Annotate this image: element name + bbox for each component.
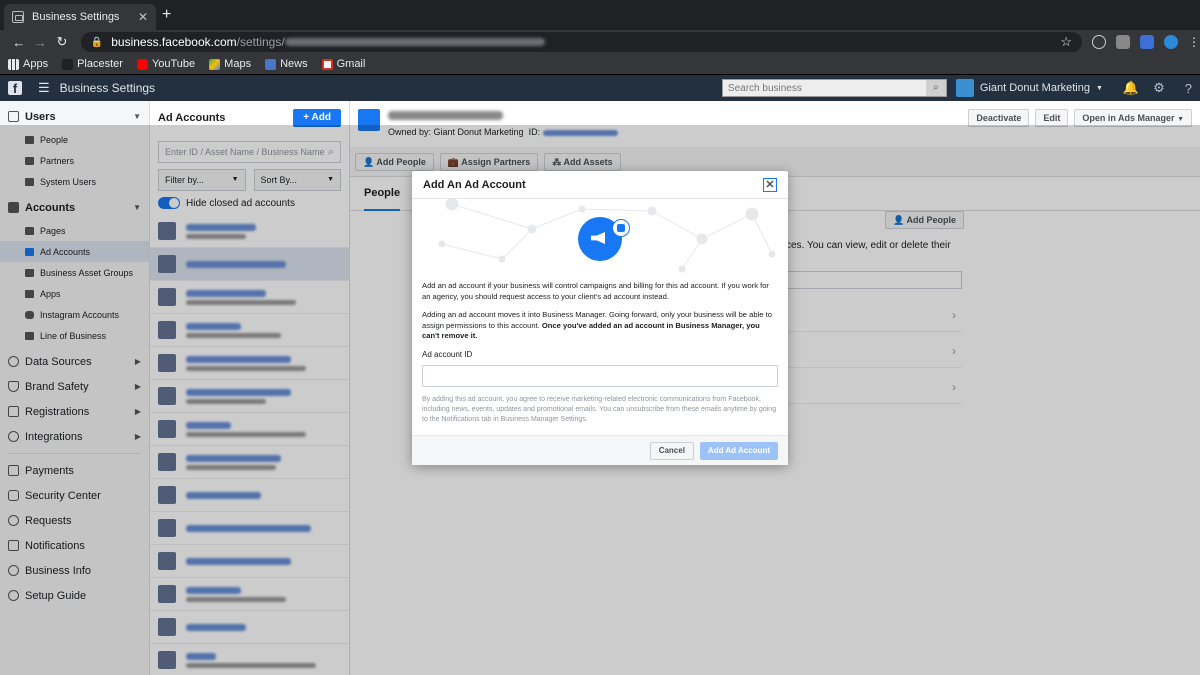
- business-name: Giant Donut Marketing: [979, 82, 1090, 94]
- dialog-title: Add An Ad Account: [423, 178, 526, 191]
- business-selector[interactable]: Giant Donut Marketing ▼: [955, 79, 1103, 97]
- forward-icon[interactable]: →: [30, 35, 52, 50]
- bookmark-maps[interactable]: Maps: [209, 58, 251, 70]
- cancel-button[interactable]: Cancel: [649, 441, 694, 460]
- tab-favicon-icon: [12, 11, 24, 23]
- extensions: ⋮: [1092, 35, 1200, 49]
- dialog-paragraph-2: Adding an ad account moves it into Busin…: [422, 310, 772, 340]
- bookmark-placester[interactable]: Placester: [62, 58, 123, 70]
- list-title: Ad Accounts: [158, 112, 226, 124]
- business-logo-icon: [955, 79, 974, 97]
- gmail-icon: [321, 58, 333, 70]
- legal-disclaimer: By adding this ad account, you agree to …: [422, 396, 777, 423]
- ad-account-id-label: Ad account ID: [422, 349, 473, 359]
- fb-topbar: f ☰ Business Settings Search business ⌕ …: [0, 75, 1200, 101]
- add-ad-account-button[interactable]: Add Ad Account: [699, 441, 778, 460]
- dialog-paragraph-1: Add an ad account if your business will …: [422, 281, 769, 301]
- extension-icon[interactable]: [1092, 35, 1107, 49]
- bookmark-news[interactable]: News: [265, 58, 308, 70]
- reload-icon[interactable]: ↻: [51, 34, 73, 50]
- bookmark-gmail[interactable]: Gmail: [321, 58, 365, 70]
- help-icon[interactable]: ?: [1185, 81, 1192, 96]
- notifications-bell-icon[interactable]: 🔔: [1123, 80, 1139, 96]
- add-ad-account-dialog: Add An Ad Account ✕ Add an ad account if…: [412, 171, 788, 465]
- maps-icon: [209, 58, 221, 70]
- facebook-logo-icon[interactable]: f: [8, 81, 22, 96]
- search-icon[interactable]: ⌕: [925, 80, 946, 96]
- hamburger-menu-icon[interactable]: ☰: [38, 80, 50, 96]
- url-host: business.facebook.com: [111, 35, 237, 49]
- dialog-illustration: [412, 199, 788, 277]
- chrome-menu-icon[interactable]: ⋮: [1188, 35, 1200, 49]
- business-search-input[interactable]: Search business ⌕: [721, 79, 947, 97]
- chevron-down-icon: ▼: [1095, 84, 1103, 92]
- bookmark-youtube[interactable]: YouTube: [136, 58, 195, 70]
- url-path: /settings/: [236, 35, 285, 49]
- browser-tab-strip: Business Settings ✕ +: [0, 0, 1200, 30]
- gear-icon[interactable]: ⚙: [1153, 80, 1165, 96]
- users-icon: [8, 111, 19, 122]
- tab-close-icon[interactable]: ✕: [138, 10, 148, 24]
- extension-icon[interactable]: [1140, 35, 1155, 49]
- close-icon[interactable]: ✕: [763, 177, 777, 192]
- extension-icon[interactable]: [1116, 35, 1131, 49]
- new-tab-icon[interactable]: +: [162, 6, 171, 24]
- account-name-redacted: [388, 111, 503, 120]
- url-redacted: [284, 38, 545, 46]
- apps-grid-icon: [8, 58, 19, 70]
- bookmark-star-icon[interactable]: ☆: [1060, 34, 1072, 50]
- profile-avatar-icon[interactable]: [1164, 35, 1179, 49]
- tag-icon: [612, 219, 630, 237]
- address-bar-row: ← → ↻ 🔒 business.facebook.com /settings/…: [0, 30, 1200, 54]
- ad-account-id-input[interactable]: [422, 365, 778, 387]
- chevron-down-icon: ▼: [133, 112, 141, 121]
- bookmarks-bar: Apps Placester YouTube Maps News Gmail: [0, 54, 1200, 75]
- back-icon[interactable]: ←: [8, 35, 30, 50]
- tab-title: Business Settings: [32, 11, 120, 23]
- placester-icon: [62, 58, 74, 70]
- bookmark-apps[interactable]: Apps: [8, 58, 48, 70]
- youtube-icon: [136, 58, 148, 70]
- browser-tab[interactable]: Business Settings ✕: [4, 4, 156, 30]
- url-field[interactable]: 🔒 business.facebook.com /settings/ ☆: [80, 32, 1083, 52]
- lock-icon: 🔒: [90, 36, 104, 48]
- news-icon: [265, 58, 277, 70]
- topbar-title: Business Settings: [59, 81, 156, 95]
